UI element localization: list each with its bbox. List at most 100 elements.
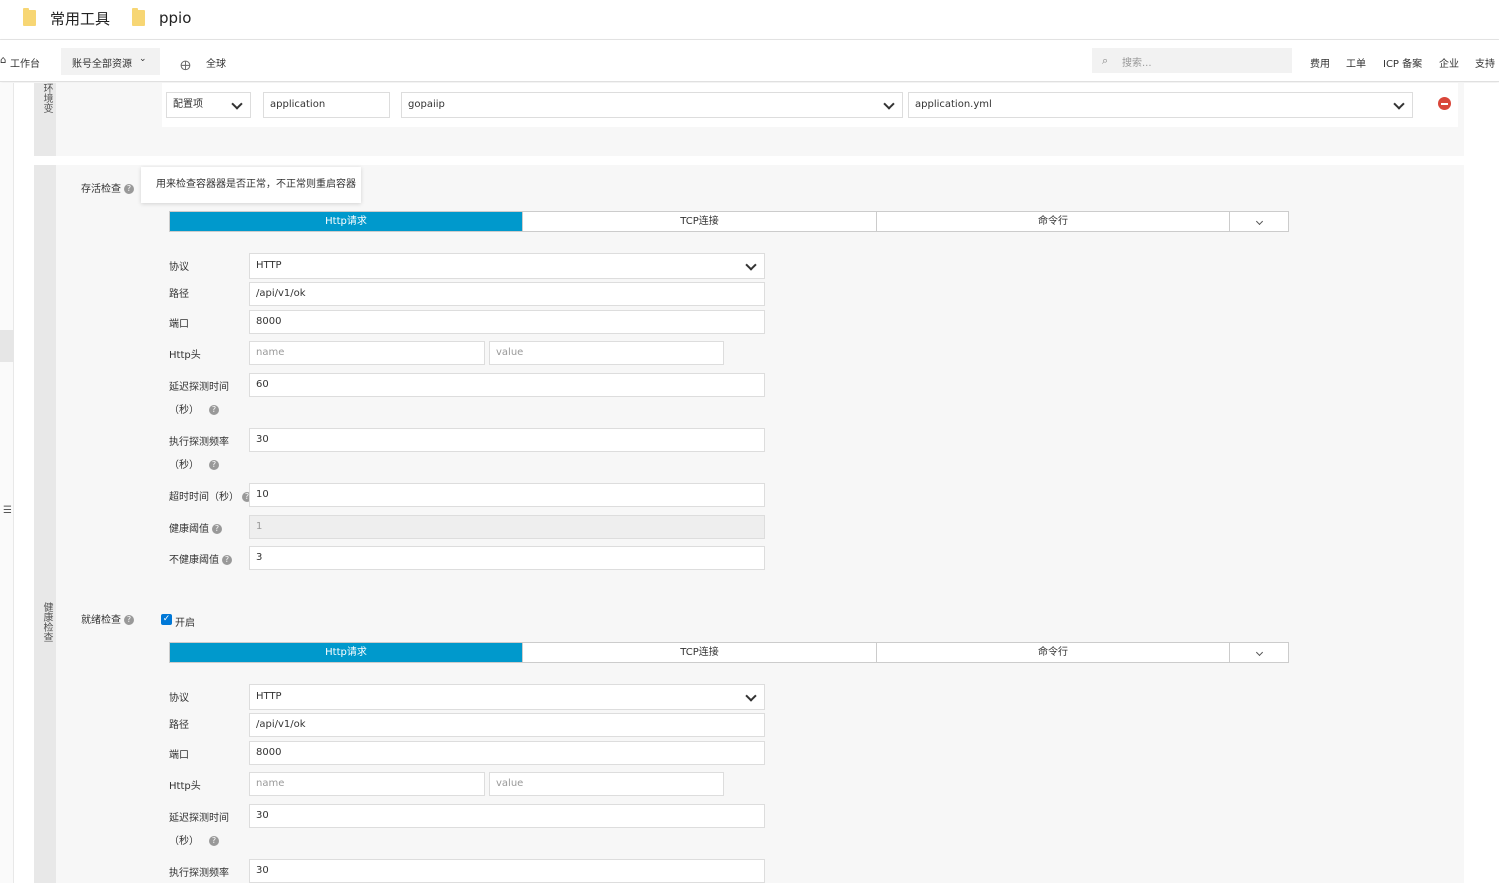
readiness-label: 就绪检查? xyxy=(81,611,134,626)
liveness-port-input[interactable]: 8000 xyxy=(249,310,765,334)
unhealthy-label-text: 不健康阈值 xyxy=(169,555,219,566)
config-map-select[interactable]: gopaiip xyxy=(401,92,903,118)
readiness-protocol-select[interactable]: HTTP xyxy=(249,684,765,710)
readiness-probe-tabs: Http请求 TCP连接 命令行 xyxy=(169,642,1289,663)
liveness-header-label: Http头 xyxy=(169,350,201,361)
liveness-timeout-label: 超时时间（秒）? xyxy=(169,488,252,503)
tab-more-dropdown[interactable] xyxy=(1230,212,1288,231)
main-content: ☰ 环境变 配置项 application gopaiip applicatio… xyxy=(0,83,1499,883)
readiness-enable-checkbox[interactable]: ✓ xyxy=(161,614,172,625)
tab-tcp-connect[interactable]: TCP连接 xyxy=(523,643,877,662)
readiness-delay-unit: （秒）? xyxy=(169,832,219,847)
readiness-port-input[interactable]: 8000 xyxy=(249,741,765,765)
readiness-delay-input[interactable]: 30 xyxy=(249,804,765,828)
help-icon[interactable]: ? xyxy=(124,615,134,625)
nav-link-icp[interactable]: ICP 备案 xyxy=(1383,55,1422,70)
help-icon[interactable]: ? xyxy=(222,555,232,565)
liveness-path-label: 路径 xyxy=(169,289,189,300)
liveness-header-value-input[interactable]: value xyxy=(489,341,724,365)
liveness-healthy-input: 1 xyxy=(249,515,765,539)
tab-more-dropdown[interactable] xyxy=(1230,643,1288,662)
readiness-header-label: Http头 xyxy=(169,781,201,792)
left-sidebar-strip: ☰ xyxy=(0,83,14,883)
top-navigation: ⌂ 工作台 账号全部资源 ⌄ 🜨 全球 ⌕ 搜索... 费用 工单 ICP 备案… xyxy=(0,40,1499,82)
readiness-enable-label: 开启 xyxy=(175,618,195,629)
liveness-unhealthy-input[interactable]: 3 xyxy=(249,546,765,570)
search-icon: ⌕ xyxy=(1102,54,1109,67)
liveness-protocol-select[interactable]: HTTP xyxy=(249,253,765,279)
env-section-label-column: 环境变 xyxy=(34,83,56,156)
config-row: 配置项 application gopaiip application.yml xyxy=(162,83,1458,127)
readiness-path-input[interactable]: /api/v1/ok xyxy=(249,713,765,737)
config-name-input[interactable]: application xyxy=(263,92,390,118)
liveness-path-input[interactable]: /api/v1/ok xyxy=(249,282,765,306)
chevron-down-icon: ⌄ xyxy=(139,54,147,64)
liveness-delay-input[interactable]: 60 xyxy=(249,373,765,397)
tab-http-request[interactable]: Http请求 xyxy=(170,643,523,662)
config-type-select[interactable]: 配置项 xyxy=(166,92,251,118)
readiness-port-label: 端口 xyxy=(169,750,189,761)
help-icon[interactable]: ? xyxy=(212,524,222,534)
bookmark-label: 常用工具 xyxy=(50,9,111,28)
readiness-header-name-input[interactable]: name xyxy=(249,772,485,796)
nav-link-enterprise[interactable]: 企业 xyxy=(1439,55,1459,70)
folder-icon xyxy=(23,8,36,26)
help-icon[interactable]: ? xyxy=(209,405,219,415)
tab-command-line[interactable]: 命令行 xyxy=(877,643,1230,662)
delay-unit-text: （秒） xyxy=(169,405,199,416)
tab-tcp-connect[interactable]: TCP连接 xyxy=(523,212,877,231)
health-section-label-column: 健康检查 xyxy=(34,165,56,883)
sidebar-active-marker xyxy=(0,330,14,362)
folder-icon xyxy=(132,8,145,26)
workbench-link[interactable]: 工作台 xyxy=(10,55,40,70)
globe-icon: 🜨 xyxy=(180,59,191,74)
nav-link-support[interactable]: 支持 xyxy=(1475,55,1495,70)
period-unit-text: （秒） xyxy=(169,460,199,471)
search-placeholder: 搜索... xyxy=(1122,58,1152,69)
help-icon[interactable]: ? xyxy=(209,460,219,470)
liveness-protocol-label: 协议 xyxy=(169,262,189,273)
liveness-header-name-input[interactable]: name xyxy=(249,341,485,365)
account-resources-dropdown[interactable]: 账号全部资源 ⌄ xyxy=(61,48,160,75)
search-input[interactable]: ⌕ 搜索... xyxy=(1092,48,1292,73)
readiness-label-text: 就绪检查 xyxy=(81,615,121,626)
region-selector[interactable]: 全球 xyxy=(206,55,226,70)
healthy-label-text: 健康阈值 xyxy=(169,524,209,535)
readiness-protocol-label: 协议 xyxy=(169,693,189,704)
liveness-label: 存活检查? xyxy=(81,180,134,195)
help-icon[interactable]: ? xyxy=(124,184,134,194)
liveness-unhealthy-label: 不健康阈值? xyxy=(169,551,232,566)
liveness-tooltip: 用来检查容器器是否正常，不正常则重启容器 xyxy=(141,167,361,203)
readiness-delay-label: 延迟探测时间 xyxy=(169,813,229,824)
sidebar-collapse-icon[interactable]: ☰ xyxy=(3,505,12,516)
delay-unit-text: （秒） xyxy=(169,836,199,847)
liveness-period-label: 执行探测频率 xyxy=(169,437,229,448)
env-section-label: 环境变 xyxy=(41,83,52,113)
remove-row-icon[interactable] xyxy=(1438,97,1451,110)
liveness-healthy-label: 健康阈值? xyxy=(169,520,222,535)
chevron-down-icon xyxy=(1255,217,1263,226)
readiness-header-value-input[interactable]: value xyxy=(489,772,724,796)
readiness-path-label: 路径 xyxy=(169,720,189,731)
liveness-label-text: 存活检查 xyxy=(81,184,121,195)
bookmark-ppio[interactable]: ppio xyxy=(132,8,191,28)
config-key-select[interactable]: application.yml xyxy=(908,92,1413,118)
bookmark-changyong[interactable]: 常用工具 xyxy=(23,8,110,28)
liveness-probe-tabs: Http请求 TCP连接 命令行 xyxy=(169,211,1289,232)
nav-link-fees[interactable]: 费用 xyxy=(1310,55,1330,70)
nav-link-tickets[interactable]: 工单 xyxy=(1346,55,1366,70)
readiness-period-label: 执行探测频率 xyxy=(169,868,229,879)
liveness-port-label: 端口 xyxy=(169,319,189,330)
home-icon: ⌂ xyxy=(0,55,7,66)
bookmarks-bar: 常用工具 ppio xyxy=(0,0,1499,40)
bookmark-label: ppio xyxy=(159,9,192,27)
tab-http-request[interactable]: Http请求 xyxy=(170,212,523,231)
tab-command-line[interactable]: 命令行 xyxy=(877,212,1230,231)
help-icon[interactable]: ? xyxy=(209,836,219,846)
readiness-period-input[interactable]: 30 xyxy=(249,859,765,883)
liveness-period-input[interactable]: 30 xyxy=(249,428,765,452)
timeout-label-text: 超时时间（秒） xyxy=(169,492,239,503)
liveness-delay-label: 延迟探测时间 xyxy=(169,382,229,393)
liveness-timeout-input[interactable]: 10 xyxy=(249,483,765,507)
chevron-down-icon xyxy=(1255,648,1263,657)
